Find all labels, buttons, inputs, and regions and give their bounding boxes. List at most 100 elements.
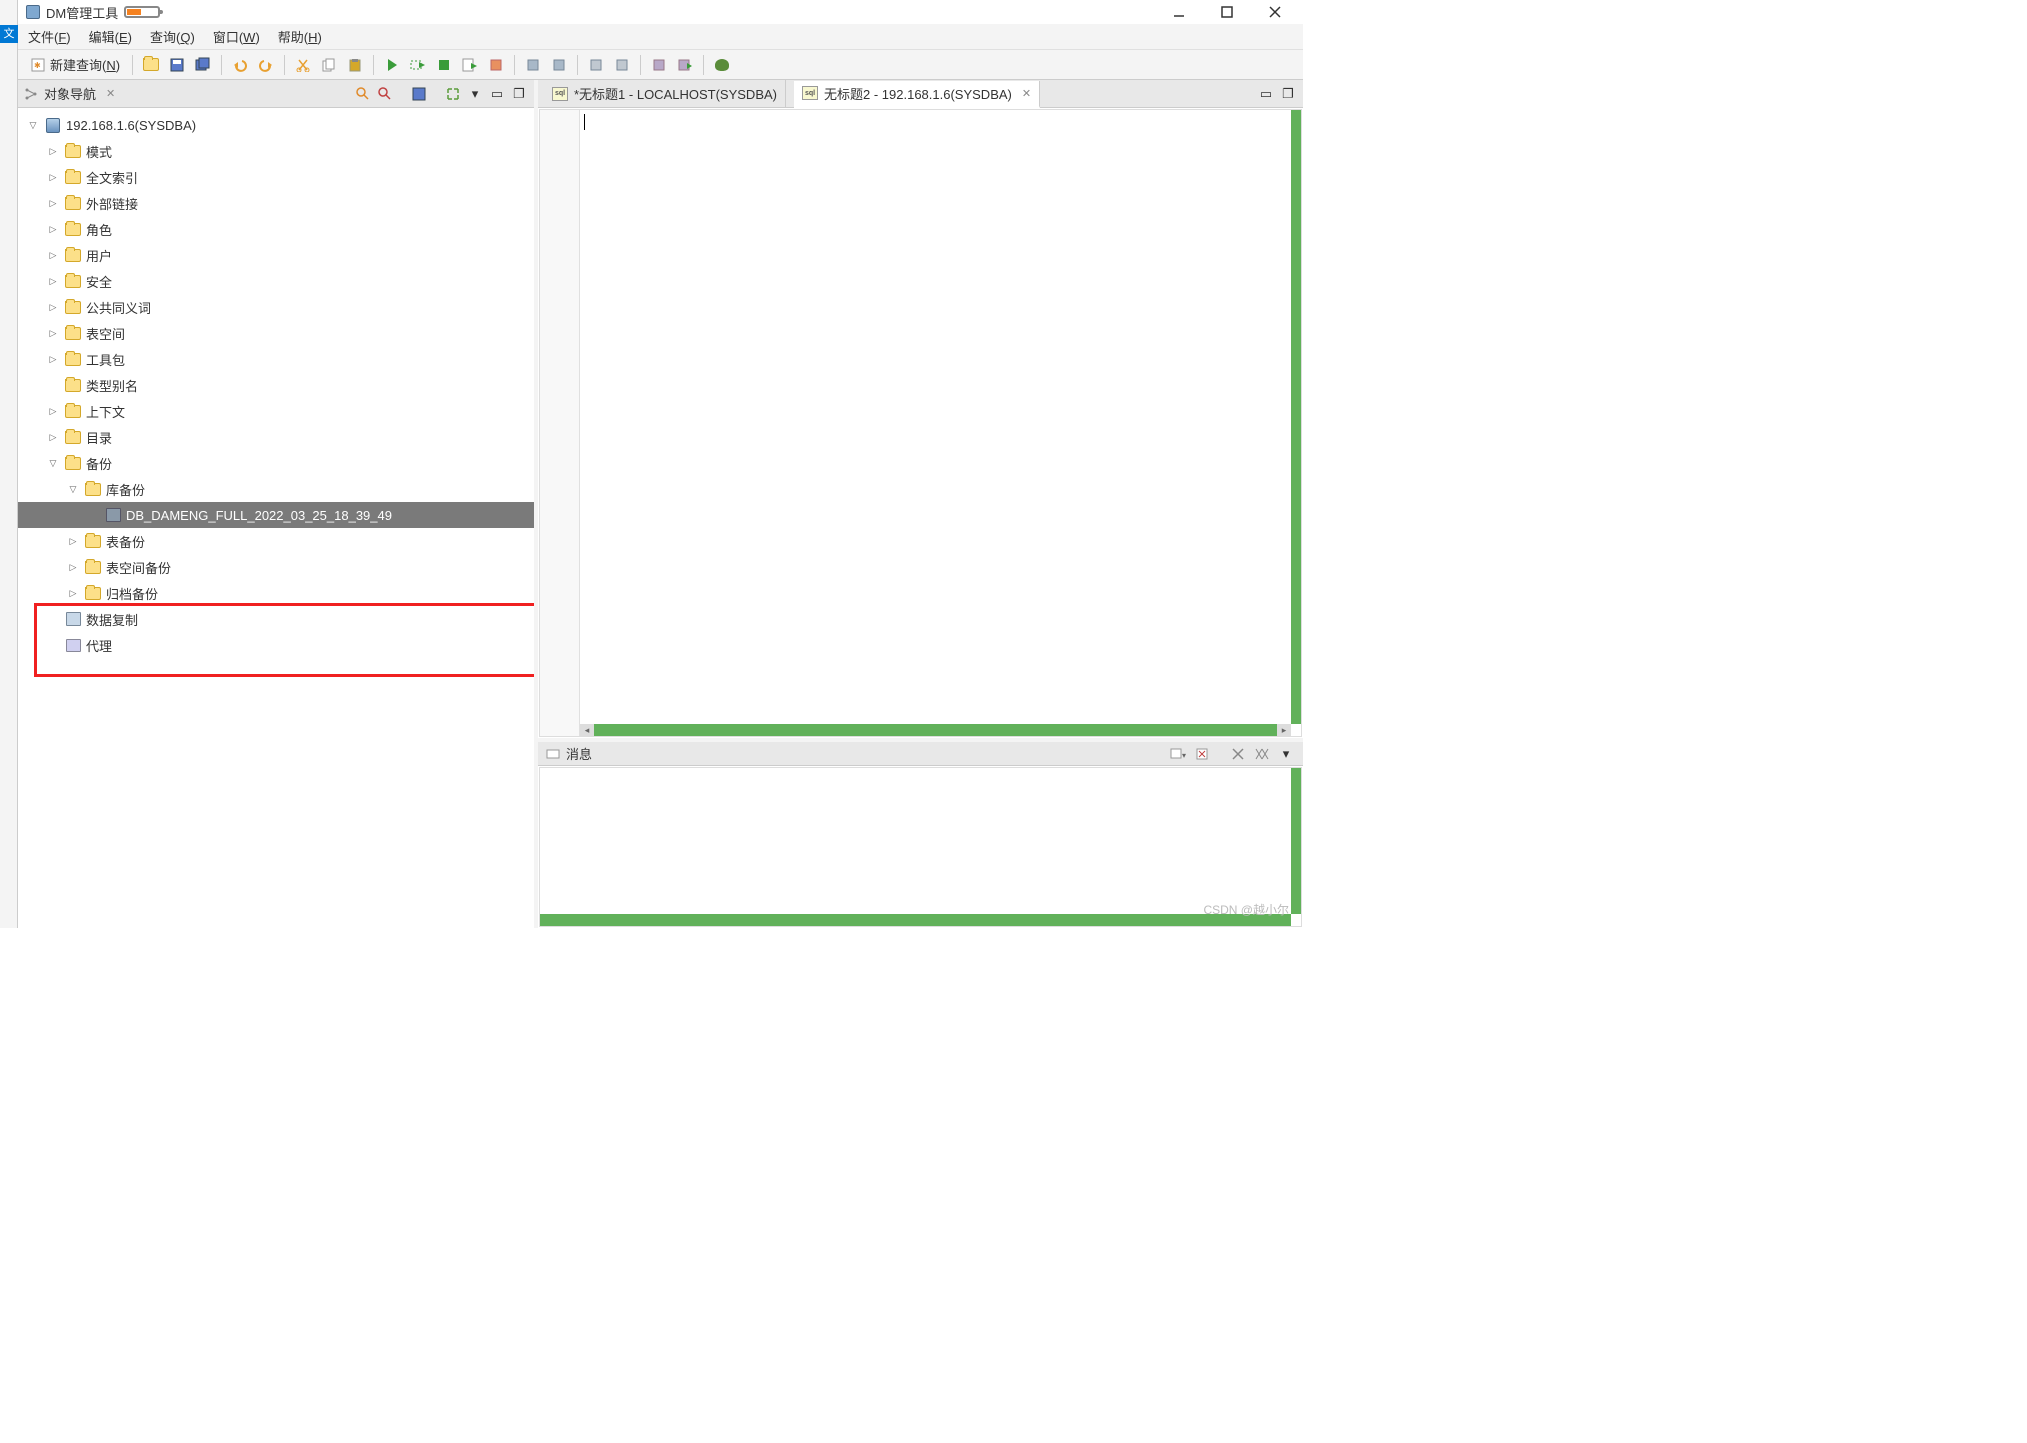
sql-icon: sql xyxy=(802,86,818,100)
message-body[interactable] xyxy=(539,767,1302,927)
msg-clear-button[interactable] xyxy=(1193,745,1211,763)
msg-dropdown-button[interactable]: ▾ xyxy=(1169,745,1187,763)
hdr-refresh-button[interactable] xyxy=(410,85,428,103)
menu-edit[interactable]: 编辑(E) xyxy=(89,27,132,46)
msg-hscroll[interactable] xyxy=(540,914,1291,926)
copy-button[interactable] xyxy=(317,53,341,77)
run-script-button[interactable] xyxy=(458,53,482,77)
msg-close-button[interactable] xyxy=(1229,745,1247,763)
close-button[interactable] xyxy=(1265,2,1285,22)
tree-item-replication[interactable]: 数据复制 xyxy=(18,606,534,632)
scroll-right-icon[interactable]: ▸ xyxy=(1277,724,1291,736)
commit-button[interactable] xyxy=(521,53,545,77)
tree-item-toolkit[interactable]: ▷工具包 xyxy=(18,346,534,372)
tree-item-catalog[interactable]: ▷目录 xyxy=(18,424,534,450)
tb-btn-c[interactable] xyxy=(647,53,671,77)
message-panel: 消息 ▾ ▾ xyxy=(538,738,1303,928)
maximize-button[interactable] xyxy=(1217,2,1237,22)
object-tree[interactable]: ▽ 192.168.1.6(SYSDBA) ▷模式 ▷全文索引 ▷外部链接 ▷角… xyxy=(18,108,534,928)
folder-icon xyxy=(85,483,101,496)
debug-button[interactable] xyxy=(710,53,734,77)
menu-file[interactable]: 文件(F) xyxy=(28,27,71,46)
folder-open-icon xyxy=(143,58,159,71)
tree-item-role[interactable]: ▷角色 xyxy=(18,216,534,242)
tree-item-external-link[interactable]: ▷外部链接 xyxy=(18,190,534,216)
hdr-maximize-button[interactable]: ❐ xyxy=(510,85,528,103)
tb-btn-b[interactable] xyxy=(610,53,634,77)
tree-item-ts-backup[interactable]: ▷表空间备份 xyxy=(18,554,534,580)
tree-root[interactable]: ▽ 192.168.1.6(SYSDBA) xyxy=(18,112,534,138)
clear-icon xyxy=(1195,747,1209,761)
editor-tab-2[interactable]: sql 无标题2 - 192.168.1.6(SYSDBA) ✕ xyxy=(794,81,1040,108)
commit-icon xyxy=(526,58,540,72)
tree-item-fulltext[interactable]: ▷全文索引 xyxy=(18,164,534,190)
left-strip-tab[interactable]: 文 xyxy=(0,25,18,43)
sql-editor[interactable]: ◂ ▸ xyxy=(539,109,1302,737)
hdr-filter-button[interactable] xyxy=(376,85,394,103)
menu-help[interactable]: 帮助(H) xyxy=(278,27,322,46)
redo-button[interactable] xyxy=(254,53,278,77)
editor-vscroll[interactable] xyxy=(1291,110,1301,724)
save-button[interactable] xyxy=(165,53,189,77)
tb-btn-a[interactable] xyxy=(584,53,608,77)
rollback-button[interactable] xyxy=(547,53,571,77)
copy-icon xyxy=(322,58,336,72)
editor-tab-1[interactable]: sql *无标题1 - LOCALHOST(SYSDBA) xyxy=(544,80,786,107)
grid-icon xyxy=(589,58,603,72)
hdr-dropdown[interactable]: ▾ xyxy=(466,85,484,103)
tree-item-backup-file[interactable]: DB_DAMENG_FULL_2022_03_25_18_39_49 xyxy=(18,502,534,528)
tree-item-agent[interactable]: 代理 xyxy=(18,632,534,658)
tree-item-table-backup[interactable]: ▷表备份 xyxy=(18,528,534,554)
panel-close-icon[interactable]: ✕ xyxy=(106,87,115,100)
twisty-down-icon[interactable]: ▽ xyxy=(26,118,40,132)
explain-button[interactable] xyxy=(484,53,508,77)
hdr-search-button[interactable] xyxy=(354,85,372,103)
msg-dropdown2[interactable]: ▾ xyxy=(1277,745,1295,763)
msg-vscroll[interactable] xyxy=(1291,768,1301,914)
backup-file-icon xyxy=(106,508,121,522)
tree-item-typealias[interactable]: 类型别名 xyxy=(18,372,534,398)
tree-item-backup[interactable]: ▽备份 xyxy=(18,450,534,476)
cut-icon xyxy=(296,58,310,72)
editor-hscroll[interactable]: ◂ ▸ xyxy=(580,724,1291,736)
text-cursor xyxy=(584,114,585,130)
editor-minimize-button[interactable]: ▭ xyxy=(1257,85,1275,103)
run-script-icon xyxy=(462,58,478,72)
hdr-minimize-button[interactable]: ▭ xyxy=(488,85,506,103)
tab-close-icon[interactable]: ✕ xyxy=(1022,87,1031,100)
minimize-button[interactable] xyxy=(1169,2,1189,22)
tree-icon xyxy=(24,87,38,101)
misc2-icon xyxy=(677,58,693,72)
run-step-button[interactable] xyxy=(406,53,430,77)
editor-text-area[interactable] xyxy=(580,110,1301,736)
tree-item-archive-backup[interactable]: ▷归档备份 xyxy=(18,580,534,606)
tree-item-security[interactable]: ▷安全 xyxy=(18,268,534,294)
run-button[interactable] xyxy=(380,53,404,77)
cut-button[interactable] xyxy=(291,53,315,77)
editor-maximize-button[interactable]: ❐ xyxy=(1279,85,1297,103)
svg-text:▾: ▾ xyxy=(1182,751,1186,760)
msg-close-all-button[interactable] xyxy=(1253,745,1271,763)
tree-item-synonym[interactable]: ▷公共同义词 xyxy=(18,294,534,320)
open-button[interactable] xyxy=(139,53,163,77)
tb-btn-d[interactable] xyxy=(673,53,697,77)
paste-button[interactable] xyxy=(343,53,367,77)
tree-item-schema[interactable]: ▷模式 xyxy=(18,138,534,164)
save-all-button[interactable] xyxy=(191,53,215,77)
new-query-button[interactable]: ✱ 新建查询(N) xyxy=(24,53,126,77)
message-icon xyxy=(546,747,560,761)
hdr-expand-button[interactable] xyxy=(444,85,462,103)
menu-window[interactable]: 窗口(W) xyxy=(213,27,260,46)
tree-item-db-backup[interactable]: ▽库备份 xyxy=(18,476,534,502)
misc-icon xyxy=(652,58,666,72)
message-title: 消息 xyxy=(566,744,592,763)
tree-item-context[interactable]: ▷上下文 xyxy=(18,398,534,424)
tree-item-user[interactable]: ▷用户 xyxy=(18,242,534,268)
undo-button[interactable] xyxy=(228,53,252,77)
scroll-left-icon[interactable]: ◂ xyxy=(580,724,594,736)
stop-button[interactable] xyxy=(432,53,456,77)
editor-area: sql *无标题1 - LOCALHOST(SYSDBA) sql 无标题2 -… xyxy=(538,80,1303,928)
run-step-icon xyxy=(410,58,426,72)
menu-query[interactable]: 查询(Q) xyxy=(150,27,195,46)
tree-item-tablespace[interactable]: ▷表空间 xyxy=(18,320,534,346)
